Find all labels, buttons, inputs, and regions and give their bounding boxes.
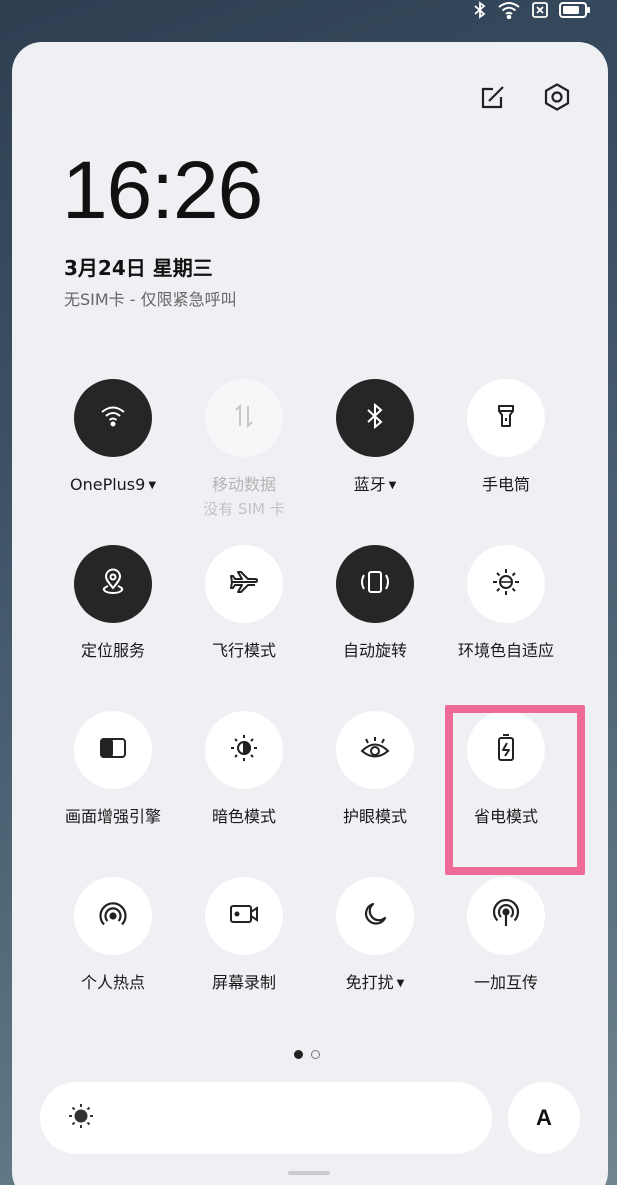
tile-airplane[interactable]: 飞行模式: [179, 545, 309, 660]
location-icon: [100, 568, 126, 600]
auto-rotate-icon: [358, 568, 392, 600]
tile-ambient-color[interactable]: 环境色自适应: [441, 545, 571, 660]
edit-icon[interactable]: [478, 82, 508, 112]
tile-label-airplane: 飞行模式: [211, 641, 276, 660]
tile-wifi[interactable]: OnePlus9 ▼: [48, 379, 178, 494]
screen-record-toggle[interactable]: [205, 877, 283, 955]
tile-label-dark-mode: 暗色模式: [211, 807, 276, 826]
oneplus-share-toggle[interactable]: [467, 877, 545, 955]
airplane-toggle[interactable]: [205, 545, 283, 623]
eye-comfort-toggle[interactable]: [336, 711, 414, 789]
clock[interactable]: 16:26: [62, 150, 263, 232]
tile-location[interactable]: 定位服务: [48, 545, 178, 660]
screen-record-icon: [228, 902, 260, 930]
bluetooth-icon: [473, 1, 487, 19]
display-enhance-icon: [98, 736, 128, 764]
tile-oneplus-share[interactable]: 一加互传: [441, 877, 571, 992]
mobile-data-icon: [231, 402, 257, 434]
hotspot-toggle[interactable]: [74, 877, 152, 955]
location-toggle[interactable]: [74, 545, 152, 623]
tile-label-screen-record: 屏幕录制: [211, 973, 276, 992]
tile-bluetooth[interactable]: 蓝牙 ▼: [310, 379, 440, 494]
tile-label-flashlight: 手电筒: [481, 475, 530, 494]
ambient-color-icon: [491, 567, 521, 601]
quick-settings-panel: 16:26 3月24日 星期三 无SIM卡 - 仅限紧急呼叫 OnePlus9 ▼…: [12, 42, 608, 1185]
flashlight-toggle[interactable]: [467, 379, 545, 457]
auto-rotate-toggle[interactable]: [336, 545, 414, 623]
tile-label-oneplus-share: 一加互传: [473, 973, 538, 992]
auto-brightness-button[interactable]: A: [508, 1082, 580, 1154]
flashlight-icon: [496, 403, 516, 433]
mobile-data-toggle[interactable]: [205, 379, 283, 457]
oneplus-share-icon: [491, 898, 521, 933]
tile-flashlight[interactable]: 手电筒: [441, 379, 571, 494]
bluetooth-icon: [365, 402, 385, 434]
tile-label-wifi: OnePlus9 ▼: [69, 475, 157, 494]
dark-mode-toggle[interactable]: [205, 711, 283, 789]
dark-mode-icon: [229, 733, 259, 767]
tile-screen-record[interactable]: 屏幕录制: [179, 877, 309, 992]
battery-icon: [559, 1, 591, 19]
wifi-icon: [497, 1, 521, 19]
bluetooth-toggle[interactable]: [336, 379, 414, 457]
tile-do-not-disturb[interactable]: 免打扰 ▼: [310, 877, 440, 992]
date[interactable]: 3月24日 星期三: [64, 252, 213, 281]
tile-label-location: 定位服务: [80, 641, 145, 660]
do-not-disturb-icon: [361, 900, 389, 932]
brightness-icon: [66, 1101, 96, 1135]
tile-label-eye-comfort: 护眼模式: [342, 807, 407, 826]
page-dot-active: [294, 1050, 303, 1059]
tile-auto-rotate[interactable]: 自动旋转: [310, 545, 440, 660]
wifi-icon: [100, 405, 126, 431]
sim-status: 无SIM卡 - 仅限紧急呼叫: [64, 290, 237, 309]
tile-label-auto-rotate: 自动旋转: [342, 641, 407, 660]
display-enhance-toggle[interactable]: [74, 711, 152, 789]
wifi-toggle[interactable]: [74, 379, 152, 457]
tile-label-display-enhance: 画面增强引擎: [64, 807, 161, 826]
tile-label-ambient-color: 环境色自适应: [457, 641, 554, 660]
tile-mobile-data[interactable]: 移动数据 没有 SIM 卡: [179, 379, 309, 519]
brightness-slider[interactable]: [40, 1082, 492, 1154]
highlight-box: [445, 705, 585, 875]
tile-label-bluetooth: 蓝牙 ▼: [353, 475, 397, 494]
no-sim-icon: [531, 1, 549, 19]
tile-sublabel-mobile-data: 没有 SIM 卡: [203, 500, 285, 519]
tile-eye-comfort[interactable]: 护眼模式: [310, 711, 440, 826]
tile-display-enhance[interactable]: 画面增强引擎: [48, 711, 178, 826]
status-bar: [473, 0, 591, 20]
tile-label-mobile-data: 移动数据: [211, 475, 276, 494]
tile-label-hotspot: 个人热点: [80, 973, 145, 992]
eye-comfort-icon: [359, 735, 391, 765]
ambient-color-toggle[interactable]: [467, 545, 545, 623]
tile-label-do-not-disturb: 免打扰 ▼: [345, 973, 405, 992]
page-indicator: [294, 1050, 320, 1059]
tile-hotspot[interactable]: 个人热点: [48, 877, 178, 992]
do-not-disturb-toggle[interactable]: [336, 877, 414, 955]
header-actions: [478, 82, 572, 112]
page-dot-inactive: [311, 1050, 320, 1059]
airplane-icon: [229, 569, 259, 599]
drag-handle[interactable]: [288, 1171, 330, 1175]
hotspot-icon: [98, 899, 128, 933]
tile-dark-mode[interactable]: 暗色模式: [179, 711, 309, 826]
settings-icon[interactable]: [542, 82, 572, 112]
